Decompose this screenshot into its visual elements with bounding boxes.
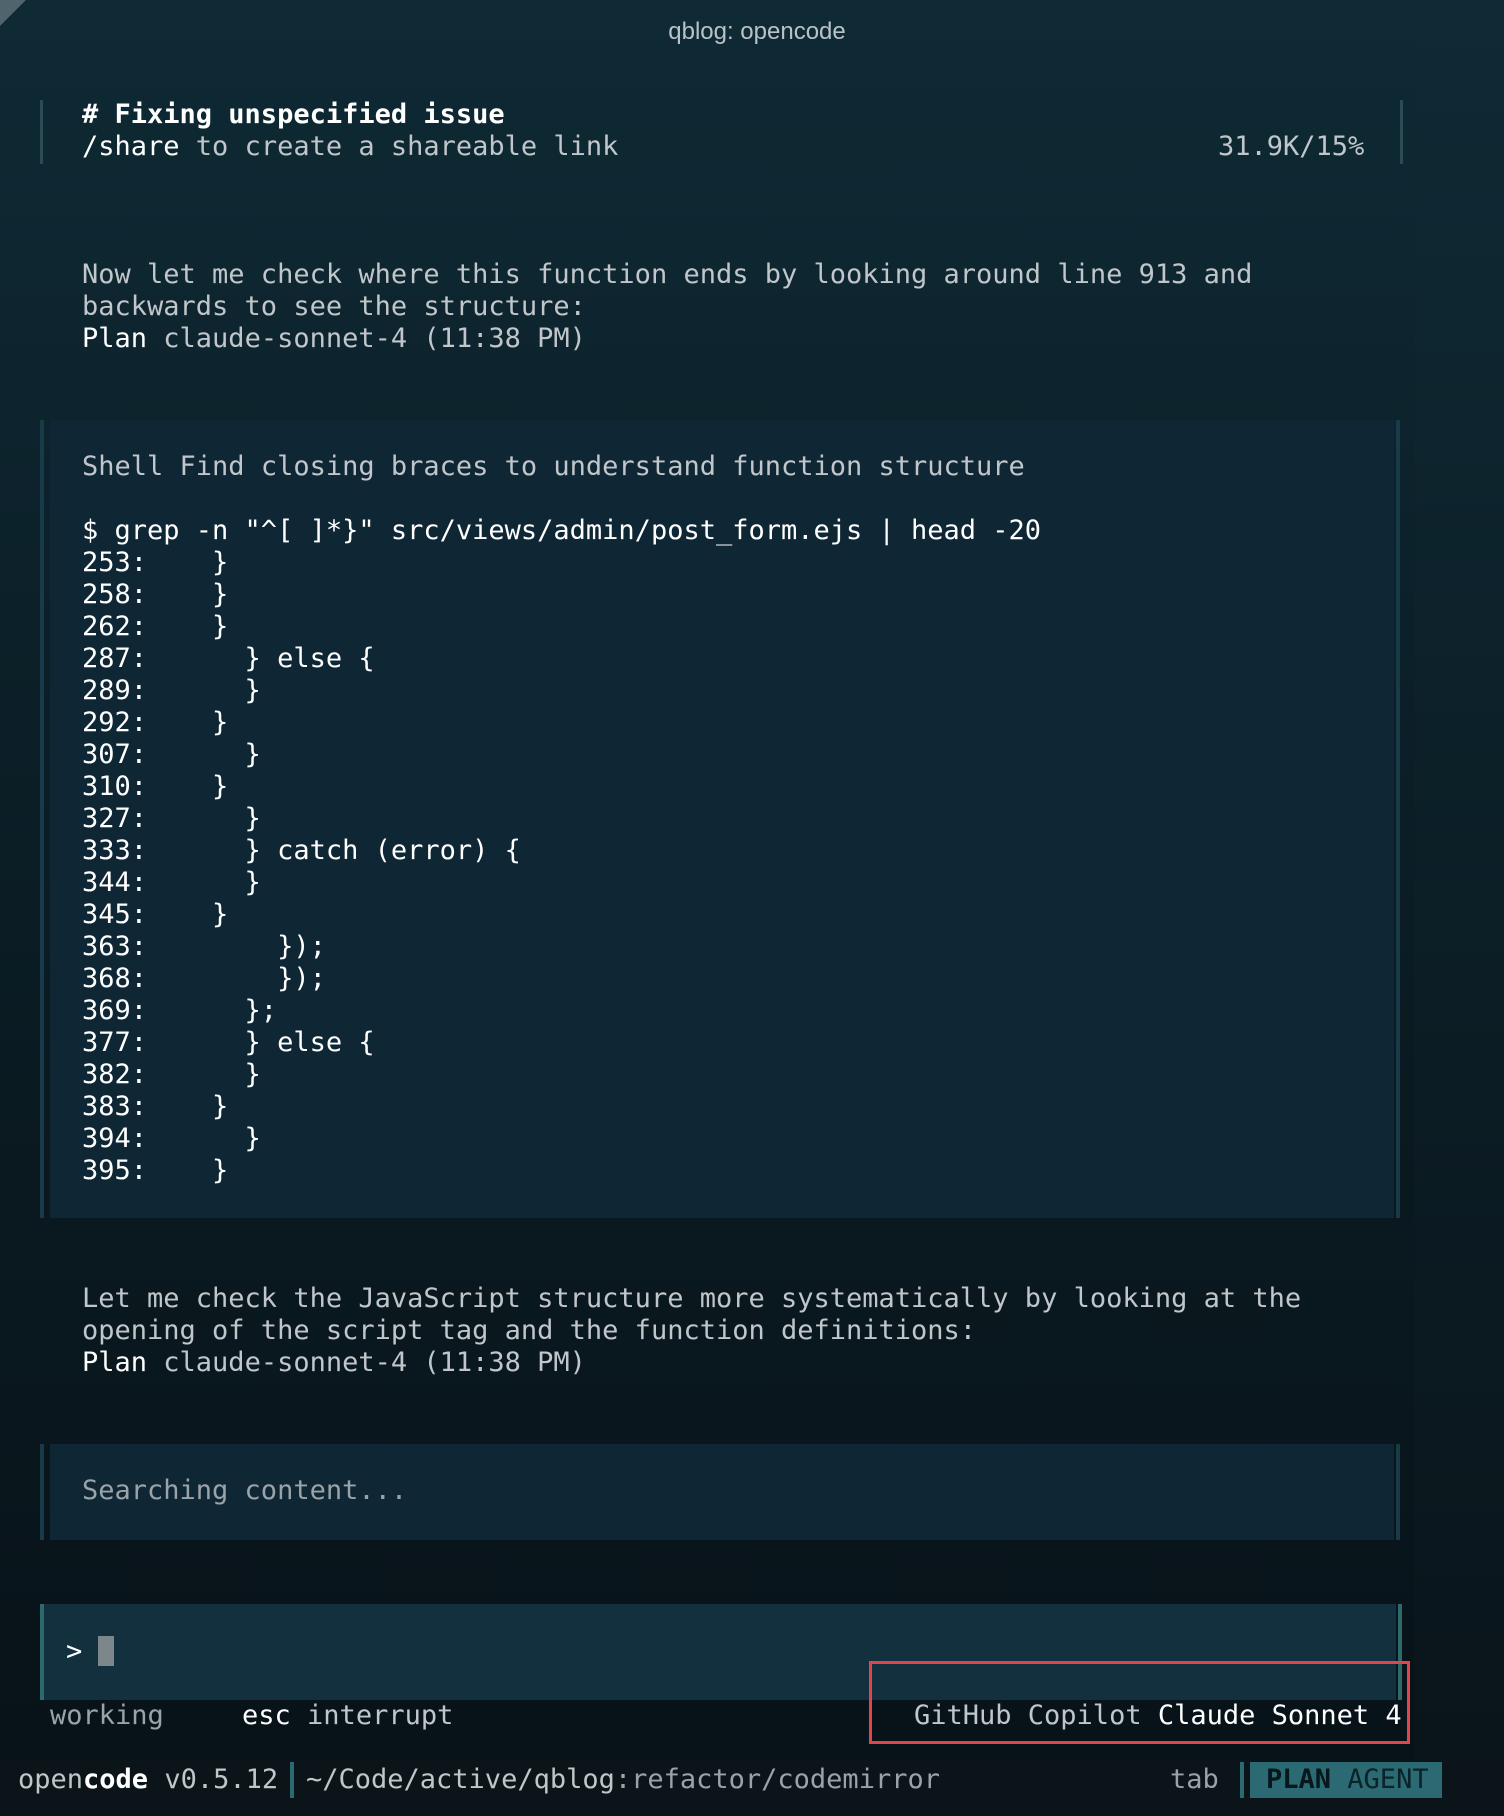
window-title: qblog: opencode [668,18,846,45]
model-name: Claude Sonnet 4 [1157,1700,1402,1731]
output-line: 383: } [82,1091,229,1122]
panel-right-border [1396,420,1400,1218]
output-line: 327: } [82,803,261,834]
git-branch: :refactor/codemirror [614,1764,940,1795]
share-command[interactable]: /share [82,131,180,162]
share-hint: /share to create a shareable link [82,131,618,163]
app-name-open: open [18,1764,84,1795]
esc-key: esc [242,1700,291,1731]
output-line: 369: }; [82,995,278,1026]
status-separator [1240,1762,1244,1798]
panel-left-border [40,420,44,1218]
message-meta: Plan claude-sonnet-4 (11:38 PM) [82,323,586,355]
terminal-window: qblog: opencode # Fixing unspecified iss… [0,0,1504,1816]
prompt-symbol: > [66,1636,83,1667]
input-left-border [40,1604,44,1700]
app-name: opencode v0.5.12 [18,1764,278,1796]
mode-label: Plan [82,323,148,354]
output-line: 253: } [82,547,229,578]
model-timestamp: claude-sonnet-4 (11:38 PM) [147,323,586,354]
header-right-border [1400,100,1403,164]
token-usage: 31.9K/15% [1218,131,1365,162]
agent-mode[interactable]: PLAN AGENT [1266,1764,1429,1796]
status-separator [290,1762,294,1798]
output-line: 333: } catch (error) { [82,835,521,866]
share-hint-text: to create a shareable link [179,131,619,162]
message-meta: Plan claude-sonnet-4 (11:38 PM) [82,1347,586,1379]
output-line: 310: } [82,771,229,802]
output-line: 377: } else { [82,1027,375,1058]
panel-right-border [1396,1444,1400,1540]
output-line: 287: } else { [82,643,375,674]
interrupt-label: interrupt [307,1700,454,1731]
output-line: 344: } [82,867,261,898]
app-version: v0.5.12 [164,1764,279,1795]
output-line: 363: }); [82,931,326,962]
assistant-message-line: Let me check the JavaScript structure mo… [82,1283,1302,1314]
header-left-border [40,100,43,164]
output-line: 289: } [82,675,261,706]
search-status: Searching content... [82,1475,408,1506]
window-edge [1414,0,1504,1816]
tool-label: Shell [82,451,164,482]
output-line: 395: } [82,1155,229,1186]
output-line: 262: } [82,611,229,642]
panel-left-border [40,1444,44,1540]
output-line: 307: } [82,739,261,770]
agent-plan-label: PLAN [1266,1764,1332,1795]
tool-description: Find closing braces to understand functi… [163,451,1025,482]
model-selector[interactable]: GitHub Copilot Claude Sonnet 4 [914,1700,1402,1732]
output-line: 368: }); [82,963,326,994]
app-name-code: code [83,1764,149,1795]
working-status: working [50,1700,164,1731]
tool-header: Shell Find closing braces to understand … [82,451,1025,483]
output-line: 394: } [82,1123,261,1154]
mode-label: Plan [82,1347,148,1378]
assistant-message-line: backwards to see the structure: [82,291,586,322]
cwd-path: ~/Code/active/qblog [306,1764,615,1795]
output-line: 345: } [82,899,229,930]
output-line: 382: } [82,1059,261,1090]
model-timestamp: claude-sonnet-4 (11:38 PM) [147,1347,586,1378]
assistant-message-line: Now let me check where this function end… [82,259,1253,290]
workspace-path: ~/Code/active/qblog:refactor/codemirror [306,1764,940,1796]
agent-label: AGENT [1347,1764,1429,1795]
tab-hint: tab [1170,1764,1219,1795]
session-title: # Fixing unspecified issue [82,99,505,130]
output-line: 258: } [82,579,229,610]
output-line: 292: } [82,707,229,738]
provider-name: GitHub Copilot [914,1700,1142,1731]
text-cursor [98,1636,114,1666]
interrupt-hint[interactable]: esc interrupt [242,1700,453,1732]
shell-command: $ grep -n "^[ ]*}" src/views/admin/post_… [82,515,1042,546]
assistant-message-line: opening of the script tag and the functi… [82,1315,977,1346]
